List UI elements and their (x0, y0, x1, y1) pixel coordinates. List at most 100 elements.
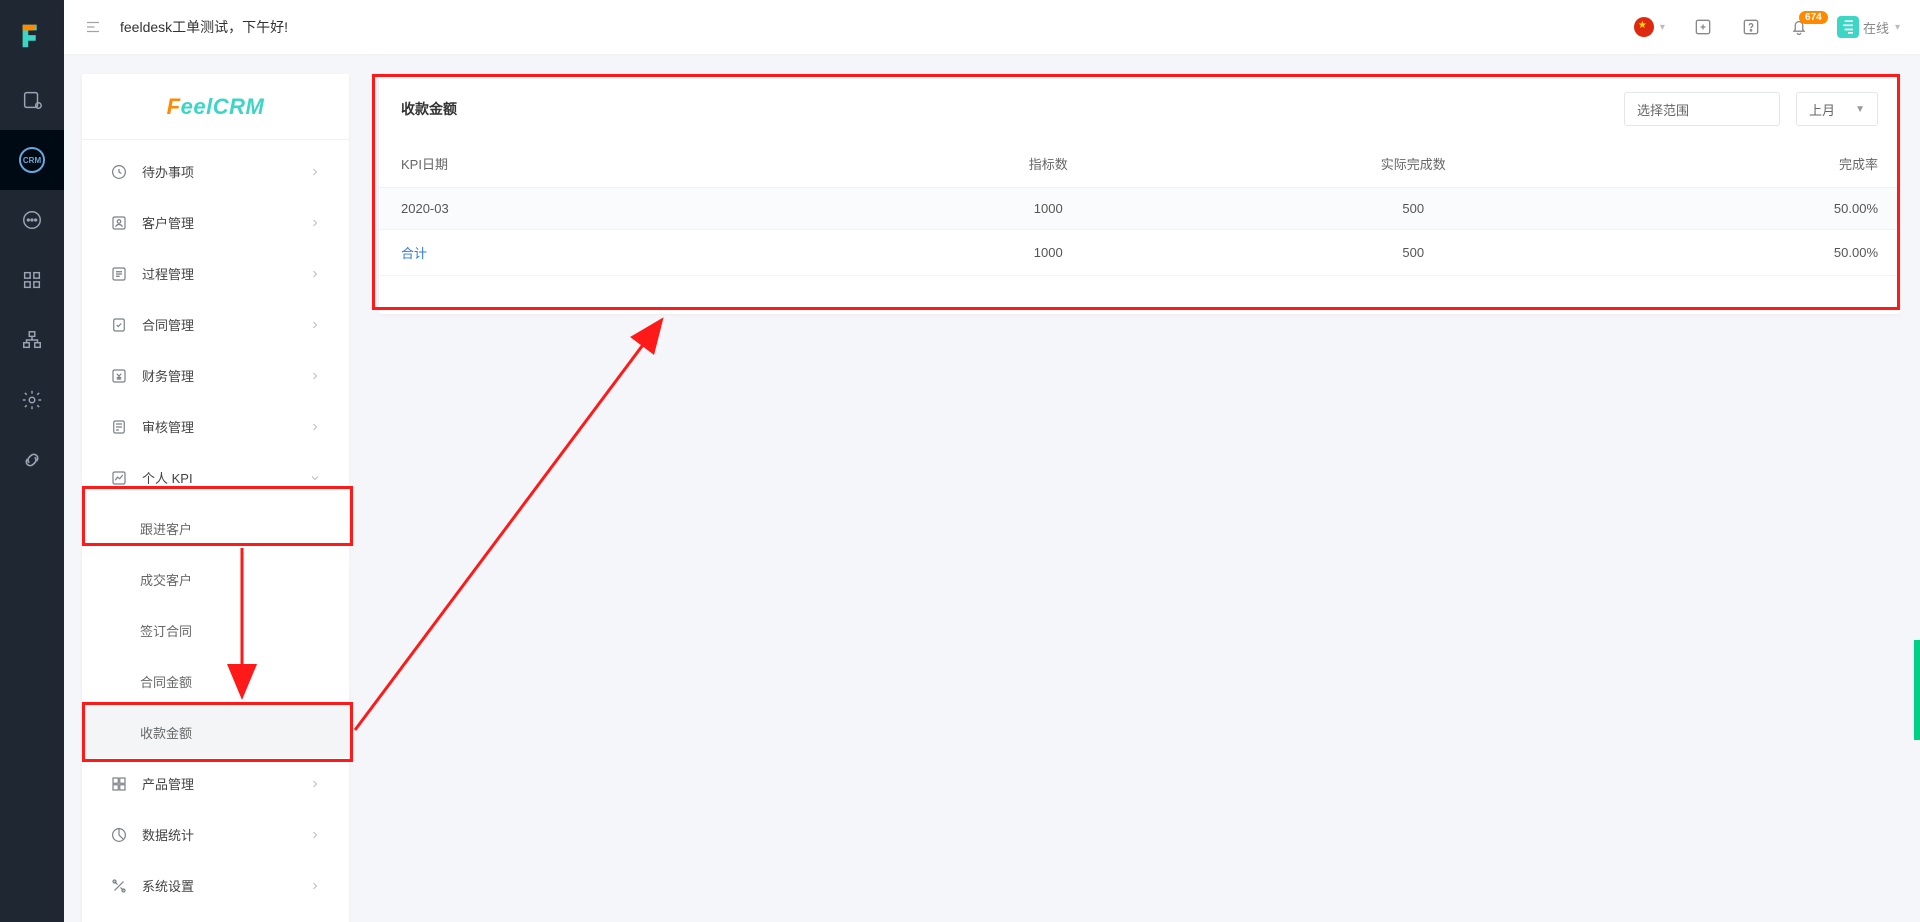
sidebar-label: 系统设置 (142, 876, 194, 895)
pie-icon (110, 826, 128, 844)
brand-letter-f: F (167, 94, 181, 119)
topbar-notifications[interactable]: 674 (1789, 17, 1809, 37)
kpi-sub-sign[interactable]: 签订合同 (82, 605, 349, 656)
chevron-right-icon (309, 217, 321, 229)
kpi-sub-amount[interactable]: 合同金额 (82, 656, 349, 707)
table-row-total: 合计 1000 500 50.00% (379, 230, 1900, 276)
sidebar-label: 合同管理 (142, 315, 194, 334)
sidebar-item-stats[interactable]: 数据统计 (82, 809, 349, 860)
panel-header: 收款金额 选择范围 上月 ▼ (379, 74, 1900, 140)
app-rail: CRM (0, 0, 64, 922)
chevron-down-icon: ▼ (1855, 104, 1865, 115)
online-status[interactable]: 在线 ▾ (1837, 16, 1900, 38)
rail-item-chat[interactable] (0, 190, 64, 250)
sidebar-item-kpi[interactable]: 个人 KPI (82, 452, 349, 503)
rail-item-ticket[interactable] (0, 70, 64, 130)
kpi-sub-deal[interactable]: 成交客户 (82, 554, 349, 605)
sidebar-label: 数据统计 (142, 825, 194, 844)
status-icon (1837, 16, 1859, 38)
chart-icon (110, 469, 128, 487)
sidebar-item-settings[interactable]: 系统设置 (82, 860, 349, 911)
status-label: 在线 (1863, 18, 1889, 37)
brand-letters-eel: eel (181, 94, 213, 119)
rail-item-org[interactable] (0, 310, 64, 370)
chevron-right-icon (309, 370, 321, 382)
stage: FeelCRM 待办事项 客户管理 过程管理 合同管理 (64, 54, 1920, 922)
sidebar-label: 客户管理 (142, 213, 194, 232)
range-select[interactable]: 选择范围 (1624, 92, 1780, 126)
rail-item-link[interactable] (0, 430, 64, 490)
cell-target: 1000 (866, 188, 1231, 230)
chevron-right-icon (309, 829, 321, 841)
cell-actual: 500 (1231, 230, 1596, 276)
content-panel: 收款金额 选择范围 上月 ▼ KPI日期 指标数 实际完成数 完成率 (379, 74, 1900, 314)
secondary-sidebar: FeelCRM 待办事项 客户管理 过程管理 合同管理 (82, 74, 349, 922)
period-select[interactable]: 上月 ▼ (1796, 92, 1878, 126)
rail-item-settings[interactable] (0, 370, 64, 430)
cell-rate: 50.00% (1596, 230, 1900, 276)
sidebar-item-todo[interactable]: 待办事项 (82, 146, 349, 197)
sidebar-label: 个人 KPI (142, 468, 193, 487)
crm-icon: CRM (19, 147, 45, 173)
chevron-right-icon (309, 880, 321, 892)
app-logo (16, 20, 48, 52)
sidebar-item-process[interactable]: 过程管理 (82, 248, 349, 299)
th-rate: 完成率 (1596, 140, 1900, 188)
topbar-help[interactable] (1741, 17, 1761, 37)
submenu-label: 成交客户 (140, 570, 192, 589)
th-date: KPI日期 (379, 140, 866, 188)
brand-crm: CRM (213, 94, 265, 119)
th-target: 指标数 (866, 140, 1231, 188)
submenu-label: 合同金额 (140, 672, 192, 691)
chevron-right-icon (309, 319, 321, 331)
chevron-down-icon: ▾ (1660, 22, 1665, 33)
range-placeholder: 选择范围 (1637, 100, 1689, 119)
sidebar-label: 产品管理 (142, 774, 194, 793)
topbar-add[interactable] (1693, 17, 1713, 37)
sidebar-menu: 待办事项 客户管理 过程管理 合同管理 财务管理 (82, 140, 349, 922)
rail-item-apps[interactable] (0, 250, 64, 310)
th-actual: 实际完成数 (1231, 140, 1596, 188)
submenu-label: 收款金额 (140, 723, 192, 742)
chevron-down-icon: ▾ (1895, 22, 1900, 33)
tools-icon (110, 877, 128, 895)
sidebar-item-customer[interactable]: 客户管理 (82, 197, 349, 248)
sidebar-item-audit[interactable]: 审核管理 (82, 401, 349, 452)
chevron-down-icon (309, 472, 321, 484)
topbar: feeldesk工单测试，下午好! ▾ 674 在线 ▾ (64, 0, 1920, 54)
greeting-text: feeldesk工单测试，下午好! (120, 17, 288, 37)
sidebar-label: 财务管理 (142, 366, 194, 385)
sidebar-item-product[interactable]: 产品管理 (82, 758, 349, 809)
sidebar-item-finance[interactable]: 财务管理 (82, 350, 349, 401)
kpi-table: KPI日期 指标数 实际完成数 完成率 2020-03 1000 500 50.… (379, 140, 1900, 276)
cell-actual: 500 (1231, 188, 1596, 230)
chevron-right-icon (309, 421, 321, 433)
submenu-label: 签订合同 (140, 621, 192, 640)
kpi-sub-receipt[interactable]: 收款金额 (82, 707, 349, 758)
users-icon (110, 214, 128, 232)
submenu-label: 跟进客户 (140, 519, 192, 538)
sidebar-label: 审核管理 (142, 417, 194, 436)
money-icon (110, 367, 128, 385)
cell-date: 2020-03 (379, 188, 866, 230)
language-switch[interactable]: ▾ (1634, 17, 1665, 37)
notification-badge: 674 (1799, 11, 1828, 24)
chevron-right-icon (309, 778, 321, 790)
rail-item-crm[interactable]: CRM (0, 130, 64, 190)
sidebar-brand: FeelCRM (82, 74, 349, 140)
scroll-indicator (1914, 640, 1920, 740)
cell-rate: 50.00% (1596, 188, 1900, 230)
grid-icon (110, 775, 128, 793)
sidebar-item-recycle[interactable]: 回收站 (82, 911, 349, 922)
sidebar-item-contract[interactable]: 合同管理 (82, 299, 349, 350)
kpi-sub-followup[interactable]: 跟进客户 (82, 503, 349, 554)
chevron-right-icon (309, 166, 321, 178)
clock-icon (110, 163, 128, 181)
chevron-right-icon (309, 268, 321, 280)
flag-cn-icon (1634, 17, 1654, 37)
file-check-icon (110, 316, 128, 334)
panel-title: 收款金额 (401, 99, 457, 119)
sidebar-label: 过程管理 (142, 264, 194, 283)
menu-collapse-icon[interactable] (84, 18, 102, 36)
cell-total-label[interactable]: 合计 (379, 230, 866, 276)
